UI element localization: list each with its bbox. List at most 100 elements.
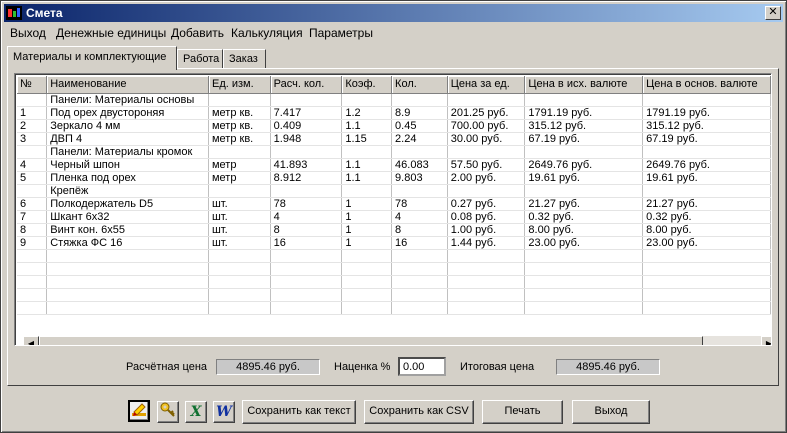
- table-cell: [642, 249, 771, 263]
- table-row[interactable]: Крепёж: [17, 184, 771, 198]
- table-cell: 315.12 руб.: [524, 119, 644, 133]
- table-cell: [341, 288, 393, 302]
- table-cell: 2.24: [391, 132, 448, 146]
- edit-icon[interactable]: [128, 400, 150, 422]
- table-cell: 16: [391, 236, 448, 250]
- table-cell: [208, 275, 271, 289]
- column-header[interactable]: Цена в исх. валюте: [524, 76, 644, 94]
- materials-grid[interactable]: № Наименование Ед. изм. Расч. кол. Коэф. Кол.…: [14, 73, 772, 346]
- save-as-csv-button[interactable]: Сохранить как CSV: [364, 400, 474, 424]
- markup-input[interactable]: [398, 357, 446, 376]
- table-cell: [270, 262, 343, 276]
- table-cell: [341, 184, 393, 198]
- table-cell: 1: [17, 106, 48, 120]
- table-cell: [341, 249, 393, 263]
- table-cell: [46, 288, 209, 302]
- table-cell: 7.417: [270, 106, 343, 120]
- table-cell: 2649.76 руб.: [524, 158, 644, 172]
- horizontal-scrollbar[interactable]: ◀ ▶: [23, 336, 771, 345]
- column-header[interactable]: Наименование: [46, 76, 209, 94]
- table-cell: Черный шпон: [46, 158, 209, 172]
- table-row[interactable]: 8 Винт кон. 6х55 шт. 8 1 8 1.00 руб. 8.00 руб. 8…: [17, 223, 771, 237]
- menu-currency[interactable]: Денежные единицы: [56, 26, 166, 40]
- table-cell: [46, 249, 209, 263]
- table-cell: 1.1: [341, 119, 393, 133]
- materials-table: № Наименование Ед. изм. Расч. кол. Коэф. Кол.…: [17, 76, 771, 315]
- table-row[interactable]: [17, 249, 771, 263]
- table-cell: метр кв.: [208, 119, 271, 133]
- table-row[interactable]: [17, 301, 771, 315]
- table-cell: [270, 184, 343, 198]
- tab-order[interactable]: Заказ: [223, 49, 266, 70]
- table-cell: [642, 288, 771, 302]
- table-cell: [524, 288, 644, 302]
- table-row[interactable]: [17, 288, 771, 302]
- table-cell: 6: [17, 197, 48, 211]
- column-header[interactable]: №: [17, 76, 48, 94]
- table-row[interactable]: 6 Полкодержатель D5 шт. 78 1 78 0.27 руб. 21.27…: [17, 197, 771, 211]
- table-cell: [642, 145, 771, 159]
- table-cell: шт.: [208, 197, 271, 211]
- key-icon[interactable]: [157, 401, 179, 423]
- table-cell: 8.00 руб.: [642, 223, 771, 237]
- table-row[interactable]: Панели: Материалы кромок: [17, 145, 771, 159]
- table-cell: [524, 275, 644, 289]
- table-row[interactable]: 3 ДВП 4 метр кв. 1.948 1.15 2.24 30.00 руб. 67.…: [17, 132, 771, 146]
- table-cell: [270, 145, 343, 159]
- table-cell: 0.08 руб.: [447, 210, 526, 224]
- menu-parameters[interactable]: Параметры: [309, 26, 373, 40]
- table-row[interactable]: 9 Стяжка ФС 16 шт. 16 1 16 1.44 руб. 23.00 руб.…: [17, 236, 771, 250]
- table-row[interactable]: 5 Пленка под орех метр 8.912 1.1 9.803 2.00 ру…: [17, 171, 771, 185]
- column-header[interactable]: Кол.: [391, 76, 448, 94]
- table-cell: [524, 249, 644, 263]
- scroll-left-icon[interactable]: ◀: [23, 336, 39, 345]
- column-header[interactable]: Ед. изм.: [208, 76, 271, 94]
- table-cell: [46, 301, 209, 315]
- table-cell: Полкодержатель D5: [46, 197, 209, 211]
- table-row[interactable]: 7 Шкант 6х32 шт. 4 1 4 0.08 руб. 0.32 руб. 0.32 …: [17, 210, 771, 224]
- table-row[interactable]: [17, 262, 771, 276]
- menu-exit[interactable]: Выход: [10, 26, 46, 40]
- table-cell: [391, 275, 448, 289]
- table-cell: [642, 301, 771, 315]
- menu-add[interactable]: Добавить: [171, 26, 224, 40]
- table-cell: [341, 145, 393, 159]
- table-cell: 78: [270, 197, 343, 211]
- table-row[interactable]: 4 Черный шпон метр 41.893 1.1 46.083 57.50 руб…: [17, 158, 771, 172]
- menu-calculation[interactable]: Калькуляция: [231, 26, 303, 40]
- table-cell: 0.32 руб.: [524, 210, 644, 224]
- exit-button[interactable]: Выход: [572, 400, 650, 424]
- table-cell: 0.409: [270, 119, 343, 133]
- scroll-thumb[interactable]: [39, 336, 703, 345]
- close-button[interactable]: ✕: [765, 6, 781, 20]
- column-header[interactable]: Коэф.: [341, 76, 393, 94]
- excel-icon[interactable]: X: [185, 401, 207, 423]
- table-cell: 1.00 руб.: [447, 223, 526, 237]
- calc-price-label: Расчётная цена: [126, 361, 208, 373]
- table-cell: 23.00 руб.: [524, 236, 644, 250]
- column-header[interactable]: Цена за ед.: [447, 76, 526, 94]
- column-header[interactable]: Цена в основ. валюте: [642, 76, 771, 94]
- table-cell: 8: [270, 223, 343, 237]
- table-cell: 1.948: [270, 132, 343, 146]
- print-button[interactable]: Печать: [482, 400, 563, 424]
- column-header[interactable]: Расч. кол.: [270, 76, 343, 94]
- table-cell: 21.27 руб.: [642, 197, 771, 211]
- table-cell: [208, 288, 271, 302]
- table-cell: [341, 301, 393, 315]
- table-row[interactable]: 1 Под орех двустороняя метр кв. 7.417 1.2 8.9…: [17, 106, 771, 120]
- scroll-right-icon[interactable]: ▶: [761, 336, 771, 345]
- tab-materials[interactable]: Материалы и комплектующие: [7, 46, 177, 70]
- total-price-label: Итоговая цена: [460, 361, 535, 373]
- table-cell: [208, 249, 271, 263]
- table-row[interactable]: 2 Зеркало 4 мм метр кв. 0.409 1.1 0.45 700.00 …: [17, 119, 771, 133]
- tab-work[interactable]: Работа: [177, 49, 223, 70]
- word-icon[interactable]: W: [213, 401, 235, 423]
- table-cell: 2649.76 руб.: [642, 158, 771, 172]
- table-row[interactable]: Панели: Материалы основы: [17, 93, 771, 107]
- save-as-text-button[interactable]: Сохранить как текст: [242, 400, 356, 424]
- table-cell: [17, 301, 48, 315]
- table-cell: [524, 145, 644, 159]
- title-bar[interactable]: Смета ✕: [4, 4, 783, 22]
- table-row[interactable]: [17, 275, 771, 289]
